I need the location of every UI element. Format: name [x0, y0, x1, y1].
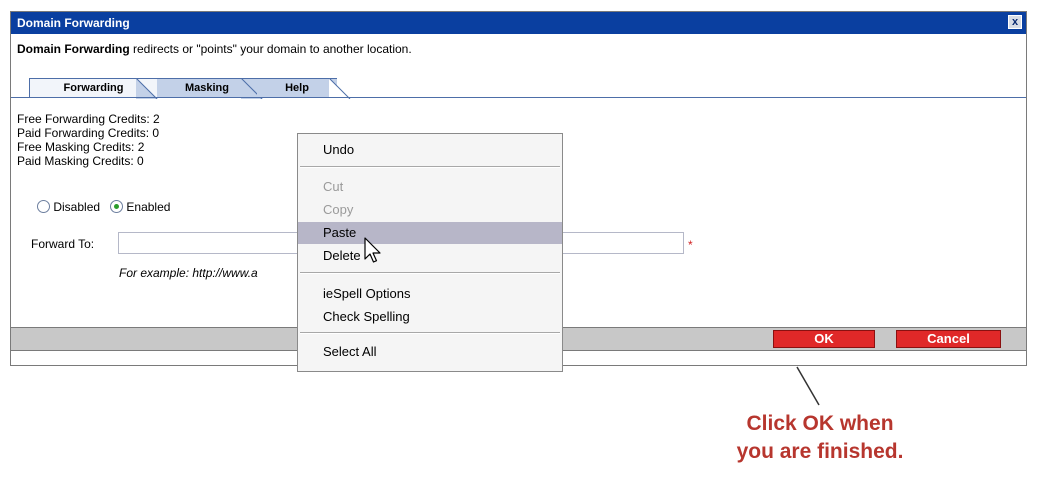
radio-enabled[interactable] — [110, 200, 124, 213]
radio-disabled-label: Disabled — [53, 200, 101, 214]
forward-to-label: Forward To: — [31, 237, 95, 251]
credit-paid-masking: Paid Masking Credits: 0 — [17, 154, 144, 168]
menu-item-undo[interactable]: Undo — [298, 139, 562, 161]
radio-disabled[interactable] — [37, 200, 50, 213]
title-bar: Domain Forwarding x — [11, 12, 1026, 34]
callout-line-1: Click OK when — [746, 412, 894, 435]
example-text: For example: http://www.a — [119, 266, 258, 280]
tab-help-slant — [329, 78, 351, 99]
close-icon[interactable]: x — [1008, 15, 1022, 29]
tab-forwarding-label: Forwarding — [63, 82, 124, 94]
tab-forwarding-slant — [136, 78, 158, 99]
intro-bold: Domain Forwarding — [17, 42, 130, 56]
menu-item-copy[interactable]: Copy — [298, 199, 562, 221]
dialog-title: Domain Forwarding — [17, 16, 130, 30]
context-menu: Undo Cut Copy Paste Delete ieSpell Optio… — [297, 133, 563, 372]
ok-button[interactable]: OK — [773, 330, 875, 348]
menu-item-select-all[interactable]: Select All — [298, 341, 562, 363]
menu-item-iespell-options[interactable]: ieSpell Options — [298, 283, 562, 305]
menu-item-paste[interactable]: Paste — [298, 222, 562, 244]
menu-item-cut[interactable]: Cut — [298, 176, 562, 198]
tab-forwarding[interactable]: Forwarding — [29, 78, 158, 99]
tab-help[interactable]: Help — [257, 78, 351, 99]
credit-paid-forwarding: Paid Forwarding Credits: 0 — [17, 126, 160, 140]
menu-item-check-spelling[interactable]: Check Spelling — [298, 306, 562, 328]
radio-enabled-label: Enabled — [126, 200, 171, 214]
tab-masking-label: Masking — [184, 82, 229, 94]
menu-item-delete[interactable]: Delete — [298, 245, 562, 267]
callout-line-2: you are finished. — [736, 440, 904, 463]
menu-separator — [300, 166, 560, 168]
required-star: * — [688, 238, 693, 252]
callout-pointer-line — [796, 366, 820, 406]
tab-divider — [11, 97, 1026, 98]
forwarding-status-radios: Disabled Enabled — [37, 200, 170, 214]
mouse-cursor-icon — [364, 237, 381, 263]
credits-list: Free Forwarding Credits: 2 Paid Forwardi… — [17, 112, 160, 168]
cancel-button[interactable]: Cancel — [896, 330, 1001, 348]
intro-rest: redirects or "points" your domain to ano… — [129, 42, 412, 56]
callout-instruction: Click OK when you are finished. — [700, 410, 940, 466]
menu-separator — [300, 332, 560, 334]
tab-masking[interactable]: Masking — [157, 78, 263, 99]
tab-help-label: Help — [285, 82, 309, 94]
credit-free-masking: Free Masking Credits: 2 — [17, 140, 145, 154]
intro-text: Domain Forwarding redirects or "points" … — [17, 42, 412, 56]
menu-separator — [300, 272, 560, 274]
credit-free-forwarding: Free Forwarding Credits: 2 — [17, 112, 160, 126]
